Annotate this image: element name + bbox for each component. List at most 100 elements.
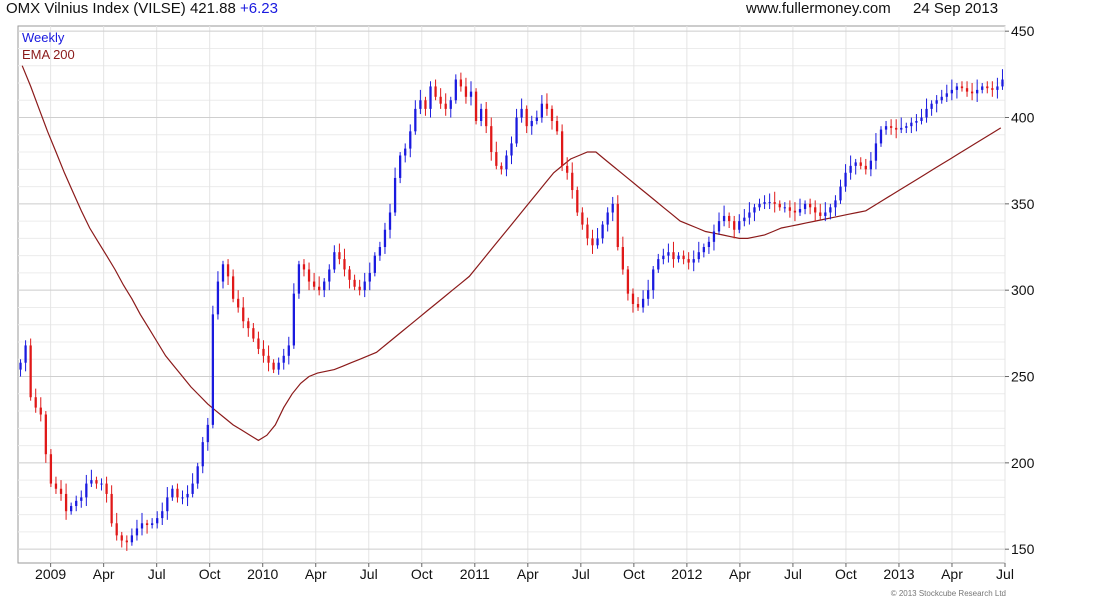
x-tick-label: 2011 <box>460 566 490 582</box>
candle-body <box>996 86 999 90</box>
candle-body <box>778 203 781 208</box>
candle-body <box>571 172 574 191</box>
candle-body <box>712 231 716 242</box>
candle-body <box>490 126 493 153</box>
candle-body <box>262 348 265 356</box>
candle-body <box>824 212 827 216</box>
x-tick-label: Apr <box>517 566 539 582</box>
candle-body <box>682 255 685 260</box>
x-tick-label: Jul <box>996 566 1014 582</box>
candle-body <box>940 96 943 101</box>
candle-body <box>434 86 437 97</box>
candle-body <box>287 345 290 356</box>
candle-body <box>115 523 118 536</box>
candle-body <box>814 207 817 213</box>
candle-body <box>986 86 989 89</box>
y-tick-label: 400 <box>1011 110 1035 126</box>
y-tick-label: 350 <box>1011 196 1035 212</box>
candle-body <box>90 480 93 484</box>
y-tick-label: 200 <box>1011 455 1035 471</box>
candle-body <box>722 215 726 222</box>
x-tick-label: Oct <box>199 566 221 582</box>
candle-body <box>444 103 447 109</box>
candle-body <box>449 100 452 109</box>
candle-body <box>677 255 680 260</box>
candle-body <box>545 103 549 109</box>
candle-body <box>596 238 599 246</box>
candle-body <box>657 259 660 270</box>
x-tick-label: Apr <box>305 566 327 582</box>
candle-body <box>80 497 83 501</box>
candle-body <box>64 493 68 512</box>
candle-body <box>135 528 139 536</box>
candle-body <box>145 523 149 526</box>
candle-body <box>965 88 969 92</box>
x-tick-label: 2013 <box>883 566 914 582</box>
candle-body <box>976 89 979 94</box>
candle-body <box>307 269 311 282</box>
candle-body <box>662 255 665 260</box>
candle-body <box>292 293 295 346</box>
candle-body <box>348 269 351 280</box>
candle-body <box>166 497 169 512</box>
candle-body <box>125 540 128 543</box>
candle-body <box>748 212 751 218</box>
candle-body <box>905 126 908 128</box>
candle-body <box>717 221 721 232</box>
candle-body <box>383 229 387 248</box>
candle-body <box>798 209 802 213</box>
candle-body <box>19 362 22 370</box>
candle-body <box>414 108 417 132</box>
candle-body <box>277 362 280 370</box>
candle-body <box>950 89 953 94</box>
candle-body <box>454 79 457 101</box>
candle-body <box>140 523 144 529</box>
candle-body <box>393 177 397 213</box>
candle-body <box>738 221 741 230</box>
candle-body <box>105 483 108 494</box>
candle-body <box>803 203 807 210</box>
candle-body <box>753 207 756 213</box>
candle-body <box>399 155 402 178</box>
candle-body <box>555 120 559 132</box>
candle-body <box>464 86 468 97</box>
candle-body <box>211 314 215 425</box>
candle-body <box>429 86 432 109</box>
candle-body <box>667 252 670 256</box>
candle-body <box>652 269 655 291</box>
candle-body <box>834 200 837 208</box>
candle-body <box>586 224 589 239</box>
candle-body <box>39 407 42 415</box>
candle-body <box>854 162 857 166</box>
candle-body <box>707 241 711 248</box>
candle-body <box>358 286 361 291</box>
candle-body <box>581 212 584 225</box>
candle-body <box>221 264 225 282</box>
candle-body <box>515 117 518 144</box>
candle-body <box>469 91 473 97</box>
candle-body <box>763 202 766 204</box>
candle-body <box>24 345 27 363</box>
candle-body <box>479 108 483 121</box>
candle-body <box>981 86 984 90</box>
candlestick-chart: 150 200 250 300 350 400 450 2009 Apr Jul Oct 2010 Ap… <box>17 23 1035 582</box>
candle-body <box>611 203 614 213</box>
candle-body <box>485 108 488 127</box>
candle-body <box>353 279 356 287</box>
candle-body <box>692 259 695 263</box>
plot-area <box>17 25 1006 564</box>
x-tick-label: Jul <box>784 566 802 582</box>
candle-body <box>495 152 498 166</box>
candle-body <box>120 535 123 541</box>
candle-body <box>150 523 154 526</box>
candle-body <box>257 338 260 349</box>
legend-ema: EMA 200 <box>22 47 75 62</box>
y-tick-label: 150 <box>1011 541 1035 557</box>
candle-body <box>424 100 427 109</box>
candle-body <box>773 202 776 204</box>
candle-body <box>95 480 98 484</box>
candle-body <box>945 93 948 97</box>
candle-body <box>419 100 422 109</box>
candle-body <box>186 493 189 498</box>
candle-body <box>758 203 761 208</box>
